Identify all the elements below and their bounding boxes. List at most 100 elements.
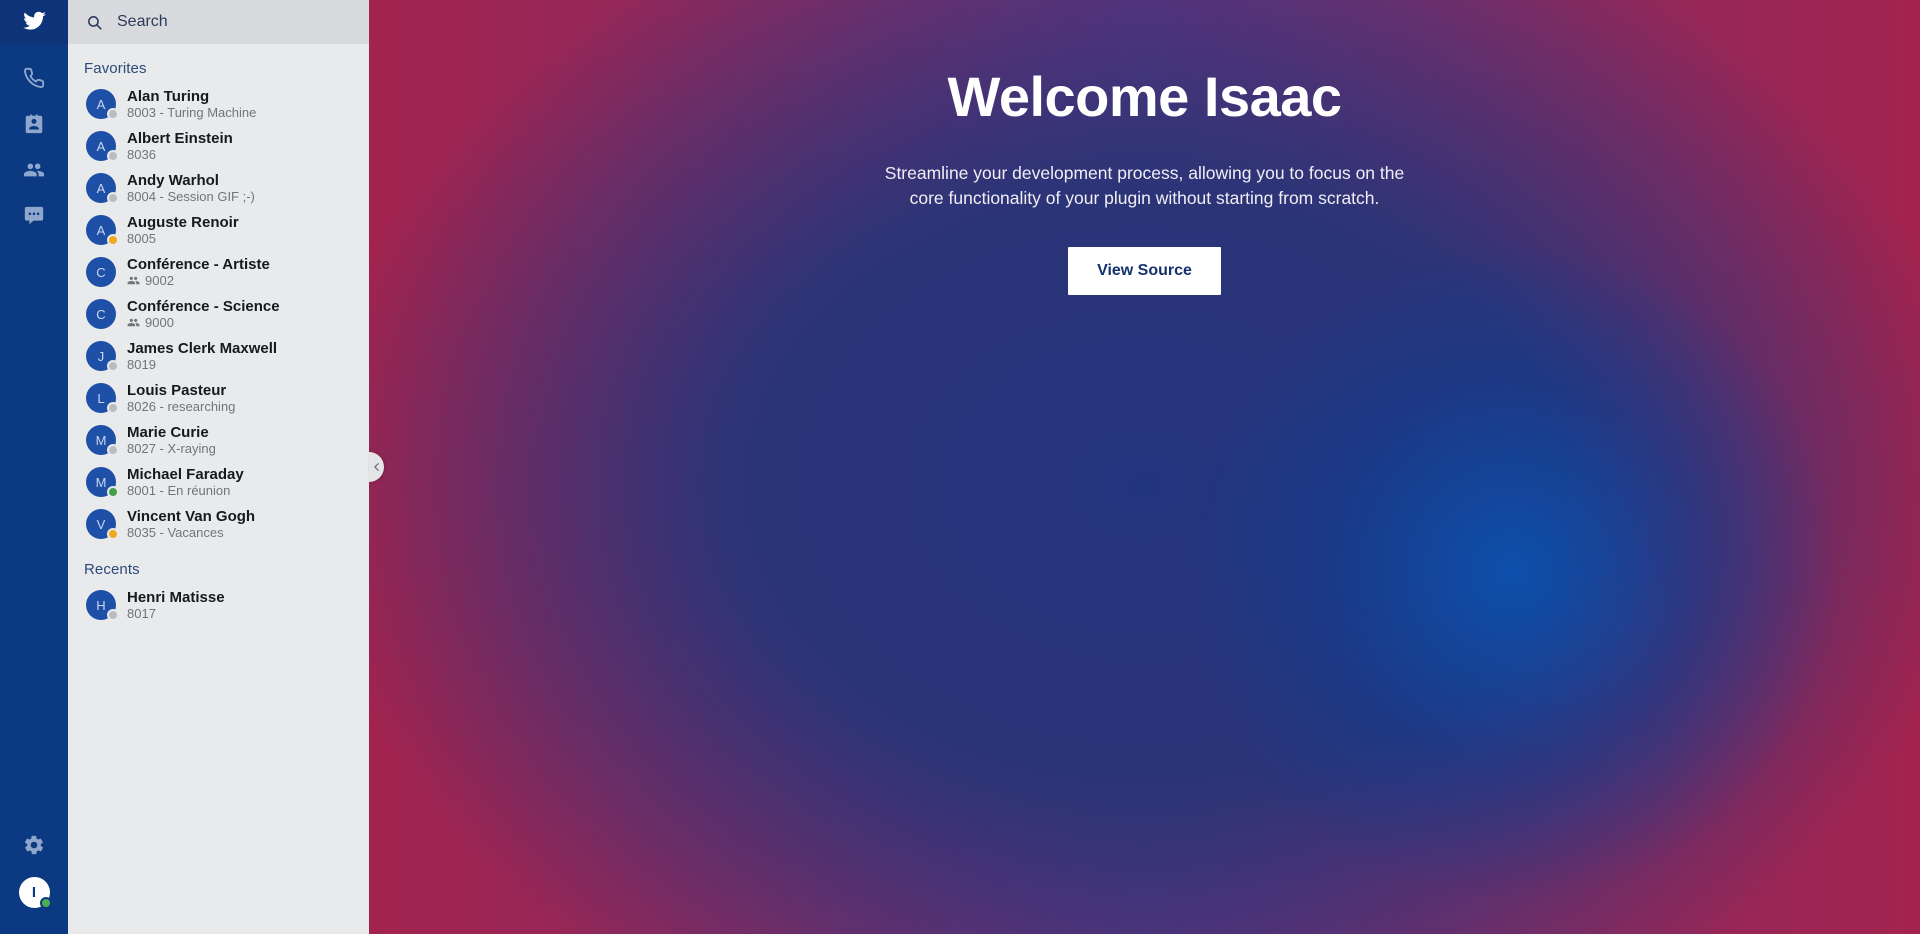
contact-subtitle: 9000 bbox=[127, 315, 280, 331]
contact-name: Vincent Van Gogh bbox=[127, 507, 256, 525]
contact-meta: Andy Warhol 8004 - Session GIF ;-) bbox=[127, 172, 255, 205]
list-item[interactable]: J James Clerk Maxwell 8019 bbox=[68, 335, 369, 377]
contact-meta: Conférence - Artiste 9002 bbox=[127, 256, 270, 289]
avatar: A bbox=[86, 131, 119, 162]
rail-item-calls[interactable] bbox=[12, 66, 56, 90]
avatar-initial: C bbox=[86, 299, 116, 329]
status-badge bbox=[107, 528, 119, 540]
contact-name: James Clerk Maxwell bbox=[127, 339, 278, 357]
contact-meta: Louis Pasteur 8026 - researching bbox=[127, 382, 235, 415]
list-item[interactable]: A Andy Warhol 8004 - Session GIF ;-) bbox=[68, 167, 369, 209]
contact-subtitle: 8027 - X-raying bbox=[127, 440, 216, 456]
group-people-icon bbox=[127, 316, 140, 329]
rail-item-contacts[interactable] bbox=[12, 112, 56, 136]
contact-meta: James Clerk Maxwell 8019 bbox=[127, 340, 277, 373]
avatar: H bbox=[86, 590, 119, 621]
user-avatar-initial: I bbox=[31, 884, 37, 901]
group-people-icon bbox=[127, 274, 140, 287]
list-item[interactable]: H Henri Matisse 8017 bbox=[68, 584, 369, 626]
status-badge bbox=[107, 108, 119, 120]
contact-subtitle: 8005 bbox=[127, 230, 156, 246]
status-badge bbox=[107, 192, 119, 204]
contact-name: Alan Turing bbox=[127, 87, 210, 105]
search-input[interactable] bbox=[117, 13, 332, 31]
contact-meta: Auguste Renoir 8005 bbox=[127, 214, 239, 247]
list-item[interactable]: A Auguste Renoir 8005 bbox=[68, 209, 369, 251]
user-avatar[interactable]: I bbox=[18, 877, 52, 909]
status-badge bbox=[107, 609, 119, 621]
avatar: C bbox=[86, 257, 116, 287]
view-source-button[interactable]: View Source bbox=[1068, 246, 1221, 295]
avatar: A bbox=[86, 173, 119, 204]
avatar: A bbox=[86, 215, 119, 246]
group-people-icon bbox=[23, 159, 45, 181]
contacts-panel: Favorites A Alan Turing 8003 - Turing Ma… bbox=[68, 0, 369, 934]
contact-subtitle: 8003 - Turing Machine bbox=[127, 104, 257, 120]
avatar: J bbox=[86, 341, 119, 372]
main-stage: Welcome Isaac Streamline your developmen… bbox=[369, 0, 1920, 934]
contact-subtitle: 8017 bbox=[127, 605, 156, 621]
contact-name: Marie Curie bbox=[127, 423, 209, 441]
gear-icon bbox=[23, 834, 45, 856]
phone-icon bbox=[23, 67, 45, 89]
contact-subtitle: 8035 - Vacances bbox=[127, 524, 224, 540]
status-badge bbox=[107, 234, 119, 246]
list-item[interactable]: L Louis Pasteur 8026 - researching bbox=[68, 377, 369, 419]
contact-name: Auguste Renoir bbox=[127, 213, 239, 231]
contact-name: Henri Matisse bbox=[127, 588, 225, 606]
avatar: A bbox=[86, 89, 119, 120]
contact-card-icon bbox=[23, 113, 45, 135]
contact-name: Albert Einstein bbox=[127, 129, 233, 147]
contact-subtitle: 8001 - En réunion bbox=[127, 482, 231, 498]
status-badge bbox=[107, 150, 119, 162]
contact-subtitle: 8036 bbox=[127, 146, 156, 162]
avatar: M bbox=[86, 425, 119, 456]
chevron-left-icon bbox=[372, 462, 382, 472]
bird-logo-icon bbox=[21, 9, 47, 35]
page-title: Welcome Isaac bbox=[947, 65, 1342, 128]
rail-item-groups[interactable] bbox=[12, 158, 56, 182]
contact-name: Conférence - Science bbox=[127, 297, 280, 315]
avatar: L bbox=[86, 383, 119, 414]
list-item[interactable]: V Vincent Van Gogh 8035 - Vacances bbox=[68, 503, 369, 545]
avatar-initial: C bbox=[86, 257, 116, 287]
list-item[interactable]: M Michael Faraday 8001 - En réunion bbox=[68, 461, 369, 503]
contact-name: Andy Warhol bbox=[127, 171, 219, 189]
contacts-list[interactable]: Favorites A Alan Turing 8003 - Turing Ma… bbox=[68, 44, 369, 934]
contact-subtitle: 8026 - researching bbox=[127, 398, 236, 414]
contact-meta: Vincent Van Gogh 8035 - Vacances bbox=[127, 508, 255, 541]
app-window: I Favorites A bbox=[0, 0, 1920, 934]
contact-meta: Henri Matisse 8017 bbox=[127, 589, 225, 622]
rail-item-settings[interactable] bbox=[12, 833, 56, 857]
status-badge bbox=[107, 444, 119, 456]
search-icon bbox=[86, 14, 103, 31]
list-item[interactable]: C Conférence - Artiste 9002 bbox=[68, 251, 369, 293]
status-badge bbox=[107, 402, 119, 414]
contact-subtitle: 8019 bbox=[127, 356, 156, 372]
hero-description: Streamline your development process, all… bbox=[884, 162, 1405, 208]
app-logo[interactable] bbox=[0, 0, 68, 44]
avatar: C bbox=[86, 299, 116, 329]
list-item[interactable]: M Marie Curie 8027 - X-raying bbox=[68, 419, 369, 461]
contact-subtitle: 9002 bbox=[127, 273, 270, 289]
list-item[interactable]: A Alan Turing 8003 - Turing Machine bbox=[68, 83, 369, 125]
user-status-indicator bbox=[39, 897, 52, 909]
icon-rail: I bbox=[0, 0, 68, 934]
list-item[interactable]: C Conférence - Science 9000 bbox=[68, 293, 369, 335]
contact-name: Michael Faraday bbox=[127, 465, 244, 483]
section-title-favorites: Favorites bbox=[84, 60, 147, 77]
contact-meta: Alan Turing 8003 - Turing Machine bbox=[127, 88, 256, 121]
contact-name: Louis Pasteur bbox=[127, 381, 227, 399]
rail-bottom: I bbox=[0, 833, 68, 934]
search-bar[interactable] bbox=[68, 0, 369, 44]
rail-nav bbox=[0, 44, 68, 228]
contact-meta: Albert Einstein 8036 bbox=[127, 130, 233, 163]
list-item[interactable]: A Albert Einstein 8036 bbox=[68, 125, 369, 167]
rail-item-chat[interactable] bbox=[12, 204, 56, 228]
contact-meta: Marie Curie 8027 - X-raying bbox=[127, 424, 216, 457]
avatar: V bbox=[86, 509, 119, 540]
welcome-hero: Welcome Isaac Streamline your developmen… bbox=[369, 65, 1920, 295]
status-badge bbox=[107, 486, 119, 498]
contact-subtitle: 8004 - Session GIF ;-) bbox=[127, 188, 255, 204]
avatar: M bbox=[86, 467, 119, 498]
